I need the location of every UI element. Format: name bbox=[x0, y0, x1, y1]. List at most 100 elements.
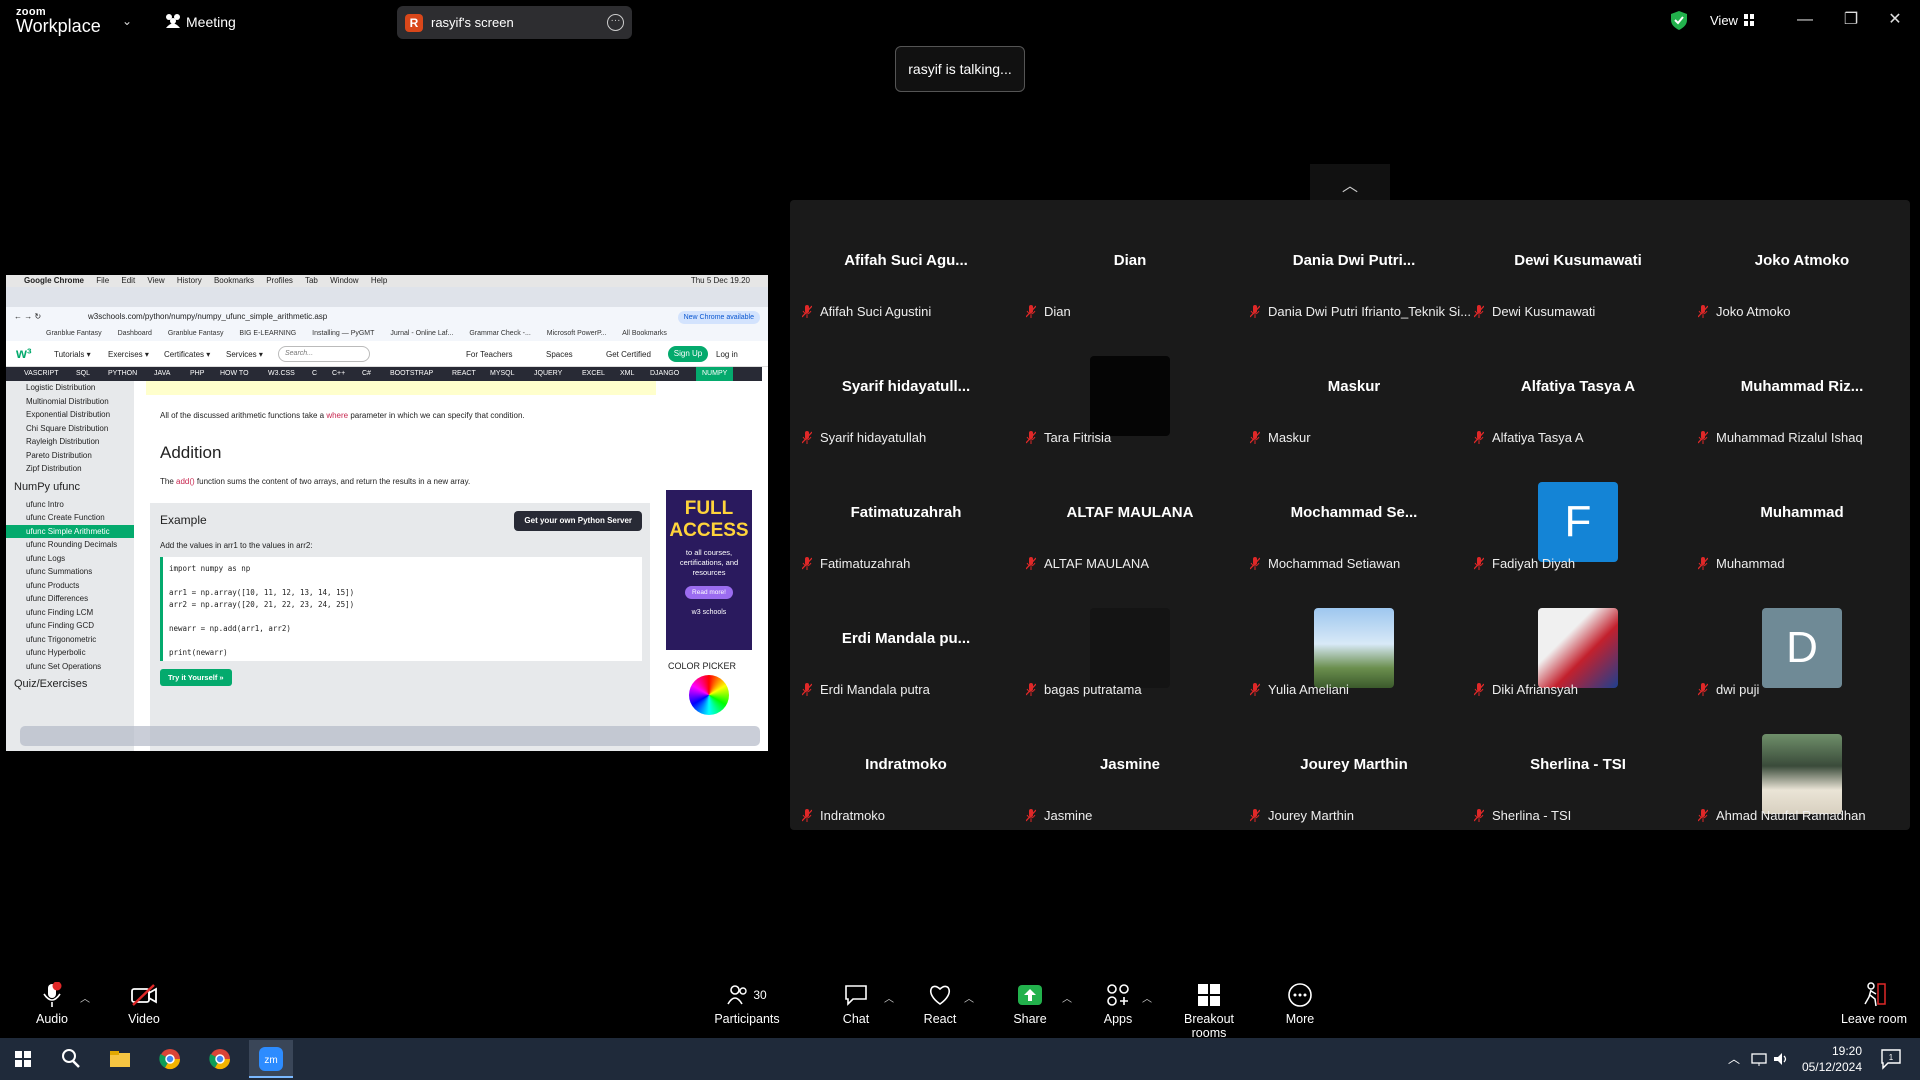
participant-label-text: Indratmoko bbox=[820, 808, 886, 823]
participant-tile[interactable]: Syarif hidayatull... Syarif hidayatullah bbox=[794, 326, 1018, 452]
chat-button[interactable]: Chat bbox=[836, 980, 876, 1026]
participant-name-label: Tara Fitrisia bbox=[1026, 430, 1111, 445]
encryption-shield-icon[interactable] bbox=[1671, 11, 1687, 30]
video-off-icon bbox=[131, 984, 157, 1006]
share-options-caret-icon[interactable]: ︿ bbox=[1062, 990, 1072, 1005]
participant-tile[interactable]: F Fadiyah Diyah bbox=[1466, 452, 1690, 578]
apps-options-caret-icon[interactable]: ︿ bbox=[1142, 990, 1152, 1005]
more-button[interactable]: More bbox=[1280, 980, 1320, 1026]
chat-icon bbox=[845, 985, 867, 1006]
mic-muted-icon bbox=[802, 431, 812, 444]
tutorials-menu: Tutorials ▾ bbox=[54, 350, 91, 359]
lang-item: BOOTSTRAP bbox=[390, 370, 434, 377]
zoom-taskbar-button[interactable]: zm bbox=[249, 1040, 293, 1078]
meeting-label[interactable]: Meeting bbox=[186, 14, 236, 30]
bookmark-item: Jurnal - Online Laf... bbox=[390, 330, 454, 337]
participant-tile[interactable]: Sherlina - TSI Sherlina - TSI bbox=[1466, 704, 1690, 830]
participant-tile[interactable]: Muhammad Riz... Muhammad Rizalul Ishaq bbox=[1690, 326, 1914, 452]
sidebar-item: ufunc Create Function bbox=[26, 513, 105, 522]
participant-name-label: Dewi Kusumawati bbox=[1474, 304, 1595, 319]
participant-tile[interactable]: ALTAF MAULANA ALTAF MAULANA bbox=[1018, 452, 1242, 578]
participant-name-label: Jasmine bbox=[1026, 808, 1092, 823]
tray-overflow-icon[interactable]: ︿ bbox=[1728, 1050, 1740, 1067]
example-box: Example Get your own Python Server Add t… bbox=[150, 503, 650, 751]
participant-tile[interactable]: Dania Dwi Putri... Dania Dwi Putri Ifrian… bbox=[1242, 200, 1471, 326]
screen-share-pill[interactable]: R rasyif's screen ··· bbox=[397, 6, 632, 39]
system-clock[interactable]: 19:20 05/12/2024 bbox=[1802, 1043, 1862, 1075]
participant-tile[interactable]: Dian Dian bbox=[1018, 200, 1242, 326]
volume-icon[interactable] bbox=[1772, 1050, 1790, 1068]
sign-up-button: Sign Up bbox=[668, 346, 708, 362]
color-wheel-icon bbox=[689, 675, 729, 715]
for-teachers-link: For Teachers bbox=[466, 350, 513, 359]
participant-tile[interactable]: Mochammad Se... Mochammad Setiawan bbox=[1242, 452, 1466, 578]
minimize-window-button[interactable]: — bbox=[1790, 8, 1820, 32]
chrome-profile-icon[interactable] bbox=[205, 1044, 235, 1074]
lang-item: PHP bbox=[190, 370, 205, 377]
participant-tile[interactable]: Afifah Suci Agu... Afifah Suci Agustini bbox=[794, 200, 1018, 326]
participant-display-name: Sherlina - TSI bbox=[1530, 756, 1626, 773]
participants-button[interactable]: 30 Participants bbox=[712, 980, 782, 1026]
participant-tile[interactable]: Diki Afriansyah bbox=[1466, 578, 1690, 704]
participants-count: 30 bbox=[753, 988, 767, 1002]
lang-item: C++ bbox=[332, 370, 346, 377]
participant-tile[interactable]: Jourey Marthin Jourey Marthin bbox=[1242, 704, 1466, 830]
file-explorer-icon[interactable] bbox=[105, 1044, 135, 1074]
participant-tile[interactable]: Muhammad Muhammad bbox=[1690, 452, 1914, 578]
participant-tile[interactable]: Fatimatuzahrah Fatimatuzahrah bbox=[794, 452, 1018, 578]
collapse-gallery-button[interactable]: ︿ bbox=[1310, 164, 1390, 200]
participant-tile[interactable]: Erdi Mandala pu... Erdi Mandala putra bbox=[794, 578, 1018, 704]
react-options-caret-icon[interactable]: ︿ bbox=[964, 990, 974, 1005]
certificates-menu: Certificates ▾ bbox=[164, 350, 211, 359]
view-grid-icon[interactable] bbox=[1744, 14, 1754, 26]
restore-window-button[interactable]: ❐ bbox=[1836, 8, 1866, 32]
participant-tile[interactable]: Ddwi puji bbox=[1690, 578, 1914, 704]
chrome-icon[interactable] bbox=[155, 1044, 185, 1074]
breakout-rooms-button[interactable]: Breakout rooms bbox=[1166, 980, 1252, 1040]
react-button[interactable]: React bbox=[920, 980, 960, 1026]
windows-taskbar: zm ︿ 19:20 05/12/2024 1 bbox=[0, 1038, 1920, 1080]
windows-start-icon[interactable] bbox=[8, 1044, 38, 1074]
participant-tile[interactable]: Yulia Ameliani bbox=[1242, 578, 1466, 704]
chat-options-caret-icon[interactable]: ︿ bbox=[884, 990, 894, 1005]
notifications-icon[interactable]: 1 bbox=[1880, 1048, 1904, 1070]
notification-count: 1 bbox=[1889, 1053, 1894, 1062]
view-menu-label[interactable]: View bbox=[1710, 13, 1738, 28]
shared-screen-view[interactable]: Google Chrome File Edit View History Boo… bbox=[6, 275, 768, 751]
participant-tile[interactable]: Jasmine Jasmine bbox=[1018, 704, 1242, 830]
chevron-down-icon[interactable]: ⌄ bbox=[122, 14, 132, 28]
audio-button[interactable]: Audio bbox=[32, 980, 72, 1026]
bookmark-item: Installing — PyGMT bbox=[312, 330, 375, 337]
participant-label-text: Erdi Mandala putra bbox=[820, 682, 930, 697]
participant-label-text: Syarif hidayatullah bbox=[820, 430, 927, 445]
network-icon[interactable] bbox=[1750, 1050, 1768, 1068]
participant-gallery: Afifah Suci Agu... Afifah Suci Agustini Di… bbox=[790, 200, 1910, 830]
leave-room-button[interactable]: Leave room bbox=[1836, 980, 1912, 1026]
participant-label-text: Mochammad Setiawan bbox=[1268, 556, 1401, 571]
audio-options-caret-icon[interactable]: ︿ bbox=[80, 990, 90, 1005]
close-window-button[interactable]: ✕ bbox=[1880, 8, 1910, 32]
participant-tile[interactable]: Joko Atmoko Joko Atmoko bbox=[1690, 200, 1914, 326]
participant-display-name: Mochammad Se... bbox=[1290, 504, 1418, 521]
bookmark-item: Granblue Fantasy bbox=[46, 330, 102, 337]
participant-avatar bbox=[1090, 356, 1170, 436]
participant-tile[interactable]: Tara Fitrisia bbox=[1018, 326, 1242, 452]
participant-tile[interactable]: Dewi Kusumawati Dewi Kusumawati bbox=[1466, 200, 1690, 326]
mic-muted-icon bbox=[1250, 557, 1260, 570]
participant-name-label: Diki Afriansyah bbox=[1474, 682, 1578, 697]
sharer-screen-label: rasyif's screen bbox=[431, 15, 514, 30]
participant-tile[interactable]: Indratmoko Indratmoko bbox=[794, 704, 1018, 830]
participant-display-name: Jourey Marthin bbox=[1300, 756, 1408, 773]
video-button[interactable]: Video bbox=[124, 980, 164, 1026]
participant-tile[interactable]: Ahmad Naufal Ramadhan bbox=[1690, 704, 1914, 830]
more-options-icon[interactable]: ··· bbox=[607, 14, 624, 31]
apps-button[interactable]: Apps bbox=[1098, 980, 1138, 1026]
participant-tile[interactable]: Alfatiya Tasya A Alfatiya Tasya A bbox=[1466, 326, 1690, 452]
mic-muted-icon bbox=[1474, 305, 1484, 318]
participant-tile[interactable]: Maskur Maskur bbox=[1242, 326, 1466, 452]
search-icon[interactable] bbox=[56, 1044, 86, 1074]
lang-item: DJANGO bbox=[650, 370, 680, 377]
participant-tile[interactable]: bagas putratama bbox=[1018, 578, 1242, 704]
share-button[interactable]: Share bbox=[1010, 980, 1050, 1026]
lang-item: PYTHON bbox=[108, 370, 138, 377]
